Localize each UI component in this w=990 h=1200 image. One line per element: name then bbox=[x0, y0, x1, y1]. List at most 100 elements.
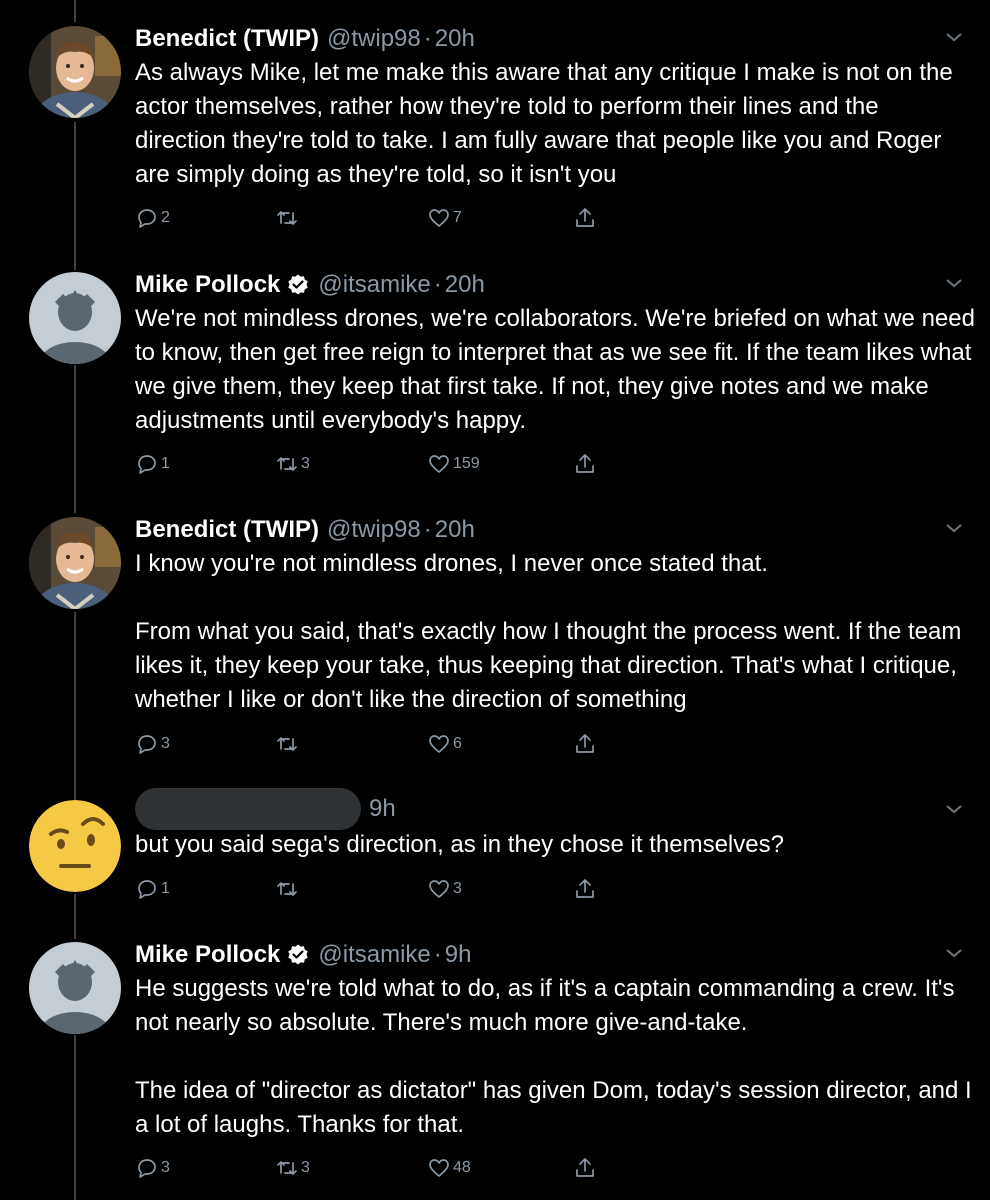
display-name[interactable]: Benedict (TWIP) bbox=[135, 25, 319, 53]
chevron-down-icon[interactable] bbox=[944, 521, 964, 535]
like-count: 6 bbox=[453, 735, 462, 752]
like-icon bbox=[429, 880, 449, 898]
like-icon bbox=[429, 455, 449, 473]
display-name[interactable]: Mike Pollock bbox=[135, 271, 280, 299]
reply-button[interactable]: 2 bbox=[135, 203, 170, 233]
tweet-text: He suggests we're told what to do, as if… bbox=[135, 975, 972, 1138]
chevron-down-icon[interactable] bbox=[944, 946, 964, 960]
share-icon bbox=[576, 879, 594, 898]
like-button[interactable]: 48 bbox=[427, 1153, 471, 1183]
display-name[interactable]: Benedict (TWIP) bbox=[135, 516, 319, 544]
thread-line bbox=[74, 0, 76, 22]
tweet[interactable]: 9h but you said sega's direction, as in … bbox=[0, 788, 990, 908]
like-count: 7 bbox=[453, 209, 462, 226]
handle[interactable]: @itsamike bbox=[318, 941, 430, 969]
reply-button[interactable]: 1 bbox=[135, 874, 170, 904]
like-count: 159 bbox=[453, 455, 480, 472]
tweet-actions: 3 6 bbox=[135, 729, 605, 759]
tweet-header: Benedict (TWIP) @twip98 · 20h bbox=[135, 513, 475, 547]
timestamp[interactable]: 9h bbox=[445, 941, 472, 969]
tweet-text: We're not mindless drones, we're collabo… bbox=[135, 305, 982, 434]
reply-icon bbox=[138, 455, 156, 474]
share-icon bbox=[576, 1158, 594, 1177]
retweet-count: 3 bbox=[301, 1159, 310, 1176]
avatar[interactable] bbox=[29, 272, 121, 364]
reply-icon bbox=[138, 1159, 156, 1178]
share-button[interactable] bbox=[573, 1153, 597, 1183]
retweet-icon bbox=[277, 882, 297, 896]
avatar[interactable] bbox=[29, 26, 121, 118]
retweet-button[interactable] bbox=[275, 729, 301, 759]
like-button[interactable]: 7 bbox=[427, 203, 462, 233]
verified-badge-icon bbox=[288, 944, 309, 965]
tweet[interactable]: Mike Pollock @itsamike · 9h He suggests … bbox=[0, 938, 990, 1200]
tweet-header: Benedict (TWIP) @twip98 · 20h bbox=[135, 22, 475, 56]
display-name[interactable]: Mike Pollock bbox=[135, 941, 280, 969]
separator-dot: · bbox=[423, 516, 432, 543]
retweet-button[interactable] bbox=[275, 874, 301, 904]
retweet-button[interactable]: 3 bbox=[275, 449, 310, 479]
retweet-icon bbox=[277, 1161, 297, 1175]
avatar[interactable] bbox=[29, 517, 121, 609]
reply-count: 3 bbox=[161, 735, 170, 752]
redacted-username bbox=[135, 788, 361, 830]
chevron-down-icon[interactable] bbox=[944, 30, 964, 44]
tweet-header: Mike Pollock @itsamike · 20h bbox=[135, 268, 485, 302]
like-button[interactable]: 6 bbox=[427, 729, 462, 759]
retweet-button[interactable] bbox=[275, 203, 301, 233]
retweet-icon bbox=[277, 457, 297, 471]
share-icon bbox=[576, 454, 594, 473]
tweet[interactable]: Benedict (TWIP) @twip98 · 20h As always … bbox=[0, 22, 990, 242]
timestamp[interactable]: 20h bbox=[445, 271, 485, 299]
retweet-count: 3 bbox=[301, 455, 310, 472]
like-icon bbox=[429, 1159, 449, 1177]
separator-dot: · bbox=[433, 271, 442, 298]
share-icon bbox=[576, 734, 594, 753]
reply-button[interactable]: 1 bbox=[135, 449, 170, 479]
share-button[interactable] bbox=[573, 729, 597, 759]
retweet-icon bbox=[277, 737, 297, 751]
like-icon bbox=[429, 209, 449, 227]
timestamp[interactable]: 9h bbox=[369, 795, 396, 823]
handle[interactable]: @itsamike bbox=[318, 271, 430, 299]
share-button[interactable] bbox=[573, 874, 597, 904]
reply-button[interactable]: 3 bbox=[135, 729, 170, 759]
retweet-icon bbox=[277, 211, 297, 225]
reply-count: 1 bbox=[161, 880, 170, 897]
tweet-actions: 1 3 bbox=[135, 874, 605, 904]
like-count: 3 bbox=[453, 880, 462, 897]
reply-icon bbox=[138, 880, 156, 899]
share-icon bbox=[576, 208, 594, 227]
like-button[interactable]: 3 bbox=[427, 874, 462, 904]
like-icon bbox=[429, 735, 449, 753]
avatar[interactable] bbox=[29, 800, 121, 892]
retweet-button[interactable]: 3 bbox=[275, 1153, 310, 1183]
reply-button[interactable]: 3 bbox=[135, 1153, 170, 1183]
tweet[interactable]: Benedict (TWIP) @twip98 · 20h I know you… bbox=[0, 513, 990, 773]
tweet-header: 9h bbox=[135, 788, 396, 830]
reply-count: 3 bbox=[161, 1159, 170, 1176]
tweet-actions: 3 3 48 bbox=[135, 1153, 605, 1183]
share-button[interactable] bbox=[573, 449, 597, 479]
chevron-down-icon[interactable] bbox=[944, 276, 964, 290]
tweet-text: As always Mike, let me make this aware t… bbox=[135, 59, 960, 188]
share-button[interactable] bbox=[573, 203, 597, 233]
timestamp[interactable]: 20h bbox=[435, 25, 475, 53]
reply-icon bbox=[138, 209, 156, 228]
verified-badge-icon bbox=[288, 274, 309, 295]
reply-count: 1 bbox=[161, 455, 170, 472]
handle[interactable]: @twip98 bbox=[327, 516, 421, 544]
avatar[interactable] bbox=[29, 942, 121, 1034]
like-count: 48 bbox=[453, 1159, 471, 1176]
reply-count: 2 bbox=[161, 209, 170, 226]
tweet-header: Mike Pollock @itsamike · 9h bbox=[135, 938, 471, 972]
tweet-actions: 2 7 bbox=[135, 203, 605, 233]
like-button[interactable]: 159 bbox=[427, 449, 480, 479]
tweet-text: but you said sega's direction, as in the… bbox=[135, 831, 784, 858]
handle[interactable]: @twip98 bbox=[327, 25, 421, 53]
tweet[interactable]: Mike Pollock @itsamike · 20h We're not m… bbox=[0, 268, 990, 493]
tweet-actions: 1 3 159 bbox=[135, 449, 605, 479]
timestamp[interactable]: 20h bbox=[435, 516, 475, 544]
tweet-text: I know you're not mindless drones, I nev… bbox=[135, 550, 962, 713]
chevron-down-icon[interactable] bbox=[944, 802, 964, 816]
